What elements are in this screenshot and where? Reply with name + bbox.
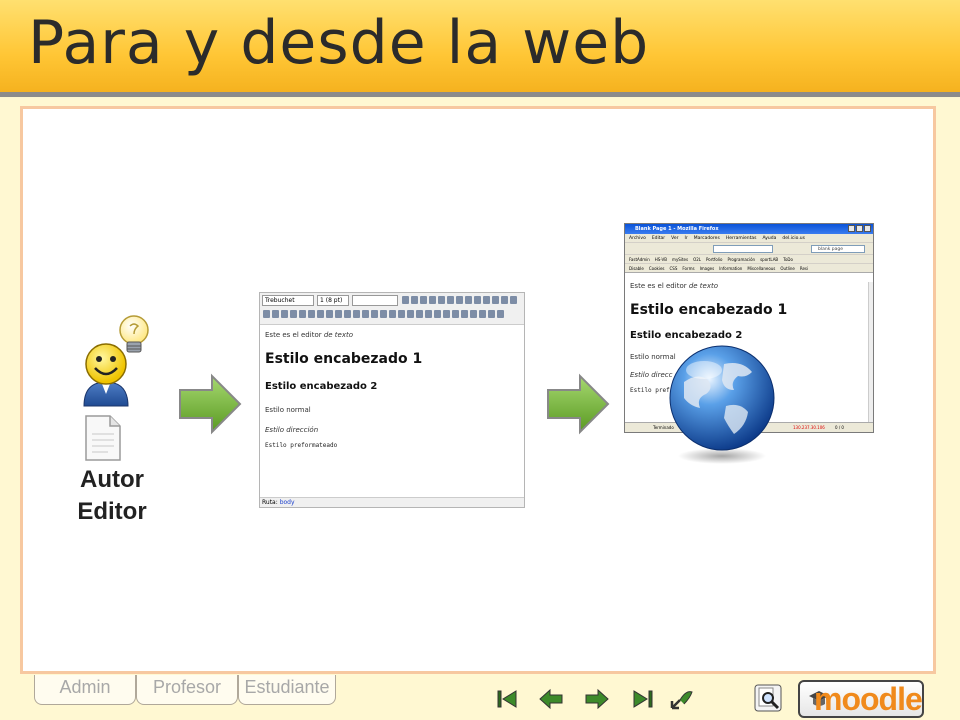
browser-scrollbar <box>868 282 873 422</box>
bookmark-item: HS-VB <box>654 257 668 262</box>
toolbar-item: Forms <box>682 266 695 271</box>
document-icon <box>85 415 121 461</box>
font-select: Trebuchet <box>262 295 314 306</box>
toolbar-item: Cookies <box>648 266 665 271</box>
moodle-brand-text: moodle <box>814 681 923 717</box>
editor-address-text: Estilo dirección <box>265 426 319 434</box>
bookmark-item: mySites <box>672 257 689 262</box>
moodle-logo-button[interactable]: moodle <box>798 680 924 718</box>
status-count: 0 / 0 <box>835 425 844 430</box>
toolbar-item: Disable <box>629 266 644 271</box>
editor-intro-text: Este es el editor de texto <box>265 331 520 339</box>
page-heading1: Estilo encabezado 1 <box>630 302 788 318</box>
bookmark-item: FastAdmin <box>629 257 650 262</box>
toolbar-item: Miscellaneous <box>747 266 776 271</box>
tab-admin[interactable]: Admin <box>34 675 136 705</box>
globe-icon <box>669 345 775 464</box>
tab-profesor[interactable]: Profesor <box>136 675 238 705</box>
author-label-line1: Autor <box>80 466 144 493</box>
format-select <box>352 295 398 306</box>
editor-path-link: body <box>279 499 295 506</box>
editor-toolbar-row2 <box>263 310 504 318</box>
status-ip: 130.237.30.106 <box>793 425 825 430</box>
page-heading2: Estilo encabezado 2 <box>630 330 743 341</box>
bookmark-item: Portfolio <box>706 257 723 262</box>
page-intro-em: de texto <box>688 282 719 290</box>
developer-toolbar: Disable Cookies CSS Forms Images Informa… <box>625 264 873 273</box>
browser-titlebar: Blank Page 1 - Mozilla Firefox <box>625 224 873 234</box>
bookmark-item: ToDo <box>783 257 793 262</box>
editor-intro: Este es el editor <box>265 331 324 339</box>
bookmark-item: sportLAB <box>760 257 779 262</box>
first-slide-icon[interactable] <box>494 686 520 712</box>
menu-ir: Ir <box>684 236 688 241</box>
toolbar-item: Images <box>699 266 715 271</box>
header-divider <box>0 92 960 97</box>
address-bar <box>713 245 773 253</box>
bookmark-item: Programación <box>727 257 756 262</box>
menu-marcadores: Marcadores <box>693 236 720 241</box>
page-intro-text: Este es el editor de texto <box>630 282 865 290</box>
author-label-line2: Editor <box>77 498 147 525</box>
editor-heading2: Estilo encabezado 2 <box>265 381 378 392</box>
toolbar-item: Information <box>719 266 743 271</box>
editor-normal-text: Estilo normal <box>265 406 311 414</box>
html-editor-screenshot: Trebuchet 1 (8 pt) Este es el editor de … <box>259 292 525 508</box>
toolbar-item: Resi <box>799 266 809 271</box>
bookmark-item: O2L <box>693 257 701 262</box>
editor-heading1: Estilo encabezado 1 <box>265 351 423 367</box>
search-icon[interactable] <box>754 684 782 712</box>
bookmarks-bar: FastAdmin HS-VB mySites O2L Portfolio Pr… <box>625 255 873 264</box>
last-slide-icon[interactable] <box>630 686 656 712</box>
editor-format-buttons <box>402 296 517 304</box>
arrow-right-icon <box>547 373 610 435</box>
editor-intro-em: de texto <box>323 331 354 339</box>
arrow-right-icon <box>179 373 242 435</box>
browser-menubar: Archivo Editar Ver Ir Marcadores Herrami… <box>625 234 873 243</box>
menu-ayuda: Ayuda <box>762 236 777 241</box>
editor-statusbar: Ruta: body <box>260 497 524 507</box>
browser-navbar: blank page <box>625 243 873 255</box>
browser-search-box: blank page <box>811 245 865 253</box>
slide-header: Para y desde la web <box>0 0 960 92</box>
menu-archivo: Archivo <box>629 236 646 241</box>
page-intro: Este es el editor <box>630 282 689 290</box>
menu-ver: Ver <box>671 236 679 241</box>
menu-delicious: del.icio.us <box>782 236 805 241</box>
previous-slide-icon[interactable] <box>538 686 564 712</box>
editor-path-label: Ruta: <box>262 499 278 506</box>
slide-title: Para y desde la web <box>28 8 650 78</box>
editor-content: Este es el editor de texto Estilo encabe… <box>265 331 520 449</box>
author-label: Autor Editor <box>62 464 162 528</box>
menu-herramientas: Herramientas <box>725 236 757 241</box>
menu-editar: Editar <box>651 236 666 241</box>
window-buttons <box>848 225 871 232</box>
next-slide-icon[interactable] <box>584 686 610 712</box>
size-select: 1 (8 pt) <box>317 295 349 306</box>
editor-preformatted-text: Estilo preformateado <box>265 442 338 449</box>
author-avatar-icon <box>83 343 129 407</box>
toolbar-item: CSS <box>669 266 678 271</box>
editor-toolbar: Trebuchet 1 (8 pt) <box>260 293 524 325</box>
toolbar-item: Outline <box>780 266 795 271</box>
tab-estudiante[interactable]: Estudiante <box>238 675 336 705</box>
return-icon[interactable] <box>668 686 694 712</box>
browser-title: Blank Page 1 - Mozilla Firefox <box>635 226 719 232</box>
